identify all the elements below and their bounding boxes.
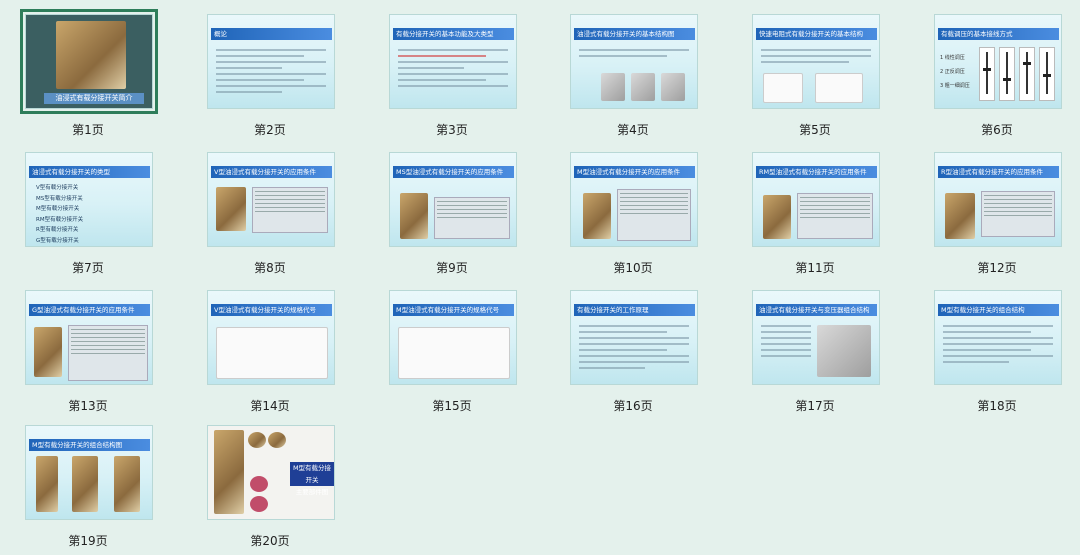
transformer-photo <box>56 21 126 89</box>
slide-label: 第6页 <box>981 123 1013 137</box>
slide-label: 第15页 <box>432 399 472 413</box>
slide-text: MS型有载分接开关 <box>36 195 83 202</box>
slide-preview: G型油浸式有载分接开关的应用条件 <box>25 290 153 385</box>
slide-text: V型有载分接开关 <box>36 185 79 191</box>
slide-label: 第8页 <box>254 261 286 275</box>
slide-title: 有载调压的基本接线方式 <box>938 28 1059 40</box>
slide-title: 油浸式有载分接开关简介 <box>44 93 144 104</box>
slide-label: 第16页 <box>613 399 653 413</box>
slide-label: 第18页 <box>977 399 1017 413</box>
slide-preview: 油浸式有载分接开关简介 <box>20 9 158 114</box>
slide-text: 3 粗一细调压 <box>940 83 970 89</box>
slide-preview: 有载调压的基本接线方式 1 线性调压 2 正反调压 3 粗一细调压 <box>934 14 1062 109</box>
slide-title: G型油浸式有载分接开关的应用条件 <box>29 304 150 316</box>
slide-label: 第10页 <box>613 261 653 275</box>
slide-text: G型有载分接开关 <box>36 237 79 244</box>
slide-title: M型油浸式有载分接开关的应用条件 <box>574 166 695 178</box>
slide-label: 第17页 <box>795 399 835 413</box>
slide-label: 第13页 <box>68 399 108 413</box>
slide-preview: M型有载分接开关的组合结构图 <box>25 425 153 520</box>
slide-sorter-grid: 油浸式有载分接开关简介 第1页 概论 第2页 有载分接开关的基本功能及大类型 第… <box>0 0 1080 555</box>
slide-label: 第5页 <box>799 123 831 137</box>
slide-title: M型有载分接开关的组合结构 <box>938 304 1059 316</box>
slide-preview: M型油浸式有载分接开关的规格代号 <box>389 290 517 385</box>
slide-label: 第7页 <box>72 261 104 275</box>
slide-label: 第14页 <box>250 399 290 413</box>
slide-label: 第4页 <box>617 123 649 137</box>
slide-preview: 有载分接开关的基本功能及大类型 <box>389 14 517 109</box>
slide-text: 1 线性调压 <box>940 55 965 61</box>
slide-label: 第2页 <box>254 123 286 137</box>
slide-title: 有载分接开关的工作原理 <box>574 304 695 316</box>
slide-preview: R型油浸式有载分接开关的应用条件 <box>934 152 1062 247</box>
slide-preview: 油浸式有载分接开关与变压器组合结构 <box>752 290 880 385</box>
slide-title: RM型油浸式有载分接开关的应用条件 <box>756 166 877 178</box>
slide-title: 油浸式有载分接开关的基本结构图 <box>574 28 695 40</box>
slide-preview: M型有载分接开关 主要部件图 <box>207 425 335 520</box>
slide-text: RM型有载分接开关 <box>36 216 84 223</box>
slide-title: 油浸式有载分接开关的类型 <box>29 166 150 178</box>
slide-preview: RM型油浸式有载分接开关的应用条件 <box>752 152 880 247</box>
slide-preview: 快速电阻式有载分接开关的基本结构 <box>752 14 880 109</box>
slide-preview: 概论 <box>207 14 335 109</box>
slide-text: R型有载分接开关 <box>36 227 79 233</box>
slide-label: 第19页 <box>68 534 108 548</box>
slide-preview: M型有载分接开关的组合结构 <box>934 290 1062 385</box>
slide-title: 油浸式有载分接开关与变压器组合结构 <box>756 304 877 316</box>
slide-title: M型有载分接开关的组合结构图 <box>29 439 150 451</box>
slide-label: 第12页 <box>977 261 1017 275</box>
slide-title: V型油浸式有载分接开关的规格代号 <box>211 304 332 316</box>
slide-preview: M型油浸式有载分接开关的应用条件 <box>570 152 698 247</box>
slide-title: 概论 <box>211 28 332 40</box>
slide-preview: 有载分接开关的工作原理 <box>570 290 698 385</box>
slide-text: 2 正反调压 <box>940 69 965 75</box>
slide-label: 第11页 <box>795 261 835 275</box>
slide-preview: V型油浸式有载分接开关的应用条件 <box>207 152 335 247</box>
slide-label: 第20页 <box>250 534 290 548</box>
slide-preview: 油浸式有载分接开关的类型 V型有载分接开关 MS型有载分接开关 M型有载分接开关… <box>25 152 153 247</box>
slide-title: M型油浸式有载分接开关的规格代号 <box>393 304 514 316</box>
slide-title-box: M型有载分接开关 主要部件图 <box>290 462 334 496</box>
slide-label: 第3页 <box>436 123 468 137</box>
slide-text: M型有载分接开关 <box>36 206 80 212</box>
slide-preview: 油浸式有载分接开关的基本结构图 <box>570 14 698 109</box>
slide-title: MS型油浸式有载分接开关的应用条件 <box>393 166 514 178</box>
slide-preview: MS型油浸式有载分接开关的应用条件 <box>389 152 517 247</box>
slide-title: 有载分接开关的基本功能及大类型 <box>393 28 514 40</box>
slide-title: 快速电阻式有载分接开关的基本结构 <box>756 28 877 40</box>
slide-label: 第1页 <box>72 123 104 137</box>
slide-preview: V型油浸式有载分接开关的规格代号 <box>207 290 335 385</box>
slide-label: 第9页 <box>436 261 468 275</box>
slide-title: V型油浸式有载分接开关的应用条件 <box>211 166 332 178</box>
slide-title: R型油浸式有载分接开关的应用条件 <box>938 166 1059 178</box>
